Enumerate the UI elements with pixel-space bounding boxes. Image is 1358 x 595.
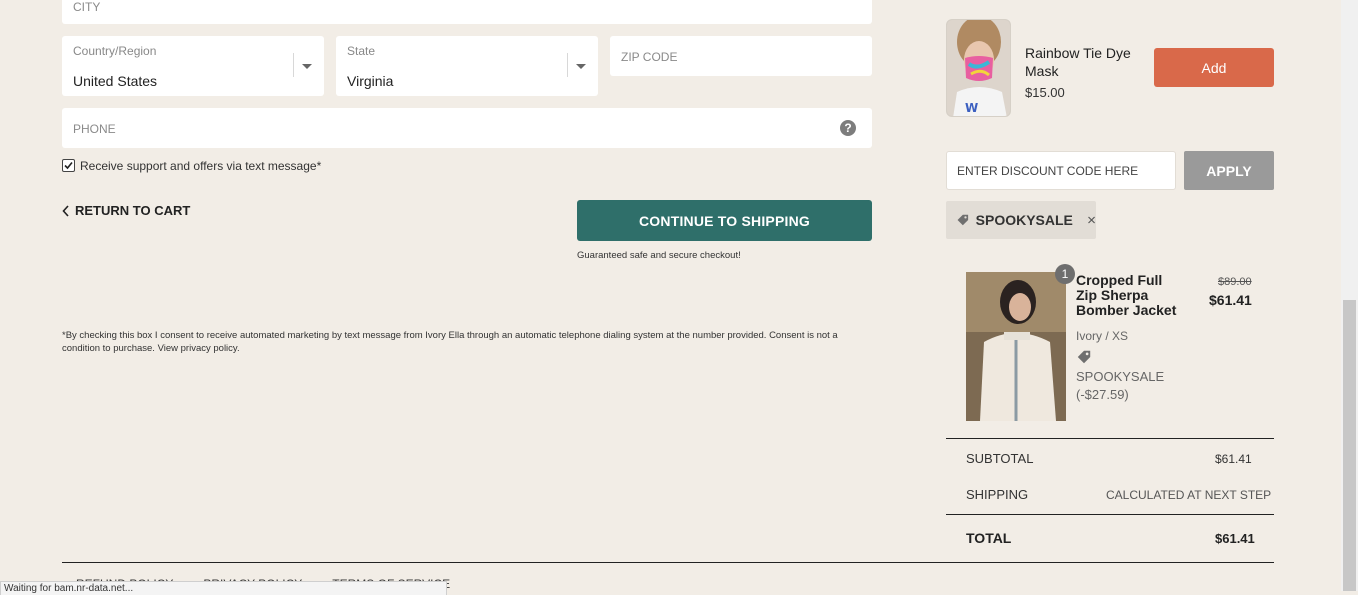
return-to-cart-link[interactable]: RETURN TO CART xyxy=(62,203,190,218)
shipping-label: SHIPPING xyxy=(966,487,1029,502)
cart-item-image xyxy=(966,272,1066,421)
sms-consent-disclaimer: *By checking this box I consent to recei… xyxy=(62,330,838,354)
subtotal-label: SUBTOTAL xyxy=(966,451,1034,466)
shipping-value: CALCULATED AT NEXT STEP xyxy=(1106,488,1272,502)
phone-input[interactable]: PHONE ? xyxy=(62,108,872,148)
state-select[interactable]: State Virginia xyxy=(336,36,598,96)
applied-code: SPOOKYSALE xyxy=(975,212,1073,228)
sms-checkbox[interactable] xyxy=(62,159,75,172)
cart-item-variant: Ivory / XS xyxy=(1076,329,1129,343)
select-divider xyxy=(567,53,568,77)
continue-label: CONTINUE TO SHIPPING xyxy=(639,212,810,229)
add-label: Add xyxy=(1201,59,1227,76)
quantity-badge: 1 xyxy=(1055,264,1075,284)
total-label: TOTAL xyxy=(966,530,1012,546)
add-upsell-button[interactable]: Add xyxy=(1154,48,1274,87)
chevron-down-icon[interactable] xyxy=(302,64,312,69)
subtotal-value: $61.41 xyxy=(1215,452,1252,466)
select-divider xyxy=(293,53,294,77)
total-value: $61.41 xyxy=(1215,531,1255,546)
return-to-cart-label: RETURN TO CART xyxy=(75,203,191,218)
discount-placeholder: ENTER DISCOUNT CODE HERE xyxy=(957,164,1139,178)
tag-icon xyxy=(957,214,969,226)
country-select[interactable]: Country/Region United States xyxy=(62,36,324,96)
applied-discount-tag: SPOOKYSALE xyxy=(946,201,1096,239)
cart-item-price: $61.41 xyxy=(1209,292,1252,308)
country-label: Country/Region xyxy=(73,44,157,58)
totals-divider-middle xyxy=(946,514,1274,515)
zip-input[interactable]: ZIP CODE xyxy=(610,36,872,76)
city-input[interactable]: CITY xyxy=(62,0,872,24)
phone-placeholder: PHONE xyxy=(73,122,116,136)
chevron-down-icon[interactable] xyxy=(576,64,586,69)
chevron-left-icon xyxy=(62,204,69,217)
cart-item-name: Cropped Full Zip Sherpa Bomber Jacket xyxy=(1076,272,1177,318)
tag-icon xyxy=(1077,350,1091,364)
browser-status-bar: Waiting for bam.nr-data.net... xyxy=(0,581,447,595)
cart-item-original-price: $89.00 xyxy=(1218,276,1252,288)
status-text: Waiting for bam.nr-data.net... xyxy=(4,583,134,594)
svg-text:W: W xyxy=(965,101,978,115)
tie-dye-mask-photo: W xyxy=(947,20,1010,116)
question-circle-icon[interactable]: ? xyxy=(840,120,856,136)
zip-placeholder: ZIP CODE xyxy=(621,50,678,64)
country-value: United States xyxy=(73,73,158,89)
sms-label: Receive support and offers via text mess… xyxy=(80,159,322,173)
cart-item-discount-code: SPOOKYSALE xyxy=(1076,369,1165,384)
upsell-product-price: $15.00 xyxy=(1025,85,1065,100)
city-placeholder: CITY xyxy=(73,0,101,14)
discount-code-input[interactable]: ENTER DISCOUNT CODE HERE xyxy=(946,151,1176,190)
remove-discount-icon[interactable] xyxy=(1087,214,1096,226)
apply-label: APPLY xyxy=(1206,162,1252,179)
footer-divider xyxy=(62,562,1274,563)
upsell-product-name: Rainbow Tie Dye Mask xyxy=(1025,45,1131,79)
state-label: State xyxy=(347,44,376,58)
totals-divider-top xyxy=(946,438,1274,439)
scrollbar-thumb[interactable] xyxy=(1343,300,1356,591)
upsell-product-image: W xyxy=(946,19,1011,117)
state-value: Virginia xyxy=(347,73,394,89)
scrollbar-track[interactable] xyxy=(1341,0,1358,591)
apply-discount-button[interactable]: APPLY xyxy=(1184,151,1274,190)
secure-checkout-note: Guaranteed safe and secure checkout! xyxy=(577,250,741,261)
cart-item-discount-amount: (-$27.59) xyxy=(1076,387,1129,402)
continue-to-shipping-button[interactable]: CONTINUE TO SHIPPING xyxy=(577,200,872,241)
sherpa-jacket-photo xyxy=(966,272,1066,421)
checkmark-icon xyxy=(64,161,73,170)
